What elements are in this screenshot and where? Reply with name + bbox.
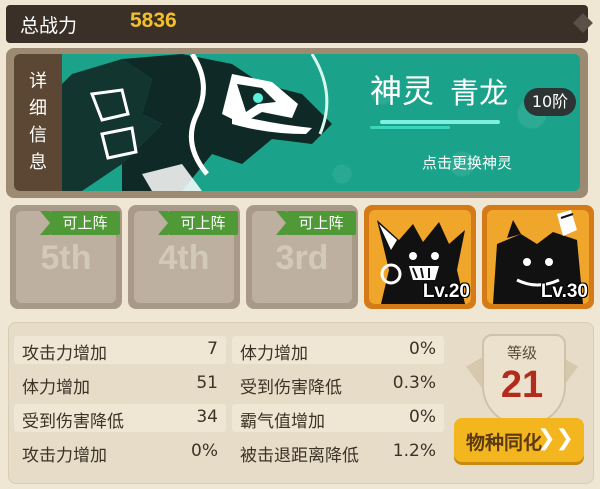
- level-label: 等级: [506, 344, 537, 362]
- detail-tab[interactable]: 详 细 信 息: [14, 54, 62, 191]
- slot-pet-2[interactable]: Lv.30: [482, 205, 594, 309]
- stat-row: 被击退距离降低 1.2%: [240, 441, 436, 466]
- stat-row: 受到伤害降低 34: [14, 404, 226, 432]
- power-bar: 总战力 5836: [6, 5, 593, 43]
- slot-5th[interactable]: 5th 可上阵: [10, 205, 122, 309]
- pet-level: Lv.30: [540, 281, 588, 302]
- slot-order-label: 3rd: [275, 239, 329, 277]
- double-chevron-right-icon: ❯❯: [537, 426, 574, 451]
- spirit-portrait-area[interactable]: 神灵 青龙 10阶 点击更换神灵: [62, 54, 580, 191]
- level-value: 21: [500, 364, 544, 406]
- stat-row: 体力增加 0%: [232, 336, 444, 364]
- stat-row: 受到伤害降低 0.3%: [240, 373, 436, 398]
- slot-pet-1[interactable]: Lv.20: [364, 205, 476, 309]
- spirit-panel: 详 细 信 息 神灵 青龙 10阶 点击更换神灵: [6, 48, 588, 198]
- stat-row: 攻击力增加 7: [14, 336, 226, 364]
- spirit-name: 青龙: [450, 76, 509, 110]
- species-sync-label: 物种同化: [466, 432, 543, 454]
- species-sync-button[interactable]: 物种同化 ❯❯: [454, 418, 584, 462]
- available-ribbon: 可上阵: [276, 211, 356, 235]
- stat-row: 体力增加 51: [22, 373, 218, 398]
- change-spirit-hint[interactable]: 点击更换神灵: [422, 152, 512, 173]
- level-badge: 等级 21: [462, 334, 582, 426]
- power-value: 5836: [130, 9, 177, 32]
- pet-level: Lv.20: [422, 281, 470, 302]
- name-underline-accent: [370, 126, 450, 129]
- azure-dragon-portrait: [62, 54, 332, 191]
- available-ribbon: 可上阵: [158, 211, 238, 235]
- slot-order-label: 4th: [158, 239, 210, 277]
- available-ribbon: 可上阵: [40, 211, 120, 235]
- name-underline: [380, 120, 500, 124]
- detail-tab-label: 详 细 信 息: [29, 71, 47, 173]
- spirit-title: 神灵: [370, 72, 435, 110]
- stat-row: 霸气值增加 0%: [232, 404, 444, 432]
- slot-4th[interactable]: 4th 可上阵: [128, 205, 240, 309]
- rank-badge: 10阶: [524, 88, 576, 116]
- slot-order-label: 5th: [40, 239, 92, 277]
- diamond-icon: [573, 13, 593, 33]
- power-label: 总战力: [20, 15, 78, 37]
- slot-3rd[interactable]: 3rd 可上阵: [246, 205, 358, 309]
- stat-row: 攻击力增加 0%: [22, 441, 218, 466]
